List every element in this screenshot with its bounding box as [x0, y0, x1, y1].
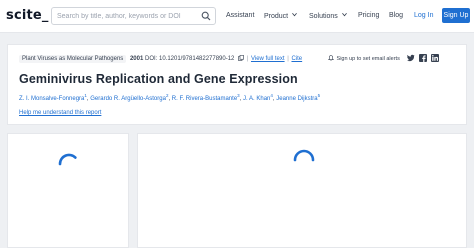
nav-solutions[interactable]: Solutions — [309, 12, 347, 20]
loading-spinner-icon — [293, 149, 315, 162]
chevron-down-icon — [341, 12, 347, 17]
search-box[interactable] — [51, 7, 216, 25]
left-panel — [7, 133, 129, 248]
scite-logo[interactable]: scite_ — [6, 8, 49, 23]
paper-title: Geminivirus Replication and Gene Express… — [19, 72, 298, 86]
chevron-down-icon — [292, 12, 297, 17]
author-link[interactable]: Gerardo R. Argüello-Astorga2 — [90, 93, 168, 102]
nav-pricing[interactable]: Pricing — [358, 12, 379, 19]
paper-header-card: Plant Viruses as Molecular Pathogens 200… — [7, 44, 467, 125]
author-link[interactable]: Z. I. Monsalve-Fonnegra1 — [19, 93, 87, 102]
login-link[interactable]: Log In — [414, 12, 433, 19]
facebook-icon[interactable] — [419, 54, 427, 62]
email-alert-signup[interactable]: Sign up to set email alerts — [328, 55, 400, 62]
publication-year: 2001 — [129, 56, 144, 62]
copy-icon[interactable] — [238, 55, 244, 61]
nav-assistant-label: Assistant — [226, 12, 255, 19]
nav-product-label: Product — [264, 13, 289, 20]
nav-pricing-label: Pricing — [358, 12, 380, 19]
separator: | — [246, 56, 249, 62]
twitter-icon[interactable] — [407, 54, 415, 62]
nav-product[interactable]: Product — [264, 12, 297, 20]
nav-blog[interactable]: Blog — [389, 12, 403, 19]
separator: | — [287, 56, 289, 62]
author-link[interactable]: J. A. Khan4 — [243, 93, 273, 102]
nav-solutions-label: Solutions — [309, 13, 338, 20]
author-list: Z. I. Monsalve-Fonnegra1, Gerardo R. Arg… — [19, 93, 321, 102]
doi-text: DOI: 10.1201/9781482277890-12 — [144, 56, 235, 62]
top-navigation-bar: scite_ Assistant Product Solutions Prici… — [0, 0, 474, 33]
email-alert-text: Sign up to set email alerts — [336, 56, 400, 62]
nav-assistant[interactable]: Assistant — [226, 12, 254, 19]
author-link[interactable]: Jeanne Dijkstra5 — [276, 93, 320, 102]
loading-spinner-icon — [58, 153, 77, 166]
search-icon[interactable] — [201, 11, 211, 21]
journal-name[interactable]: Plant Viruses as Molecular Pathogens — [19, 55, 127, 63]
author-link[interactable]: R. F. Rivera-Bustamante3 — [172, 93, 240, 102]
help-understand-report-link[interactable]: Help me understand this report — [19, 110, 101, 116]
bell-icon — [328, 55, 334, 61]
signup-button[interactable]: Sign Up — [442, 8, 470, 23]
cite-link[interactable]: Cite — [291, 56, 302, 62]
right-panel — [137, 133, 467, 248]
paper-meta-row: Plant Viruses as Molecular Pathogens 200… — [19, 55, 302, 63]
nav-blog-label: Blog — [389, 12, 404, 19]
linkedin-icon[interactable] — [431, 54, 439, 62]
search-input[interactable] — [57, 10, 197, 23]
view-full-text-link[interactable]: View full text — [251, 56, 285, 62]
